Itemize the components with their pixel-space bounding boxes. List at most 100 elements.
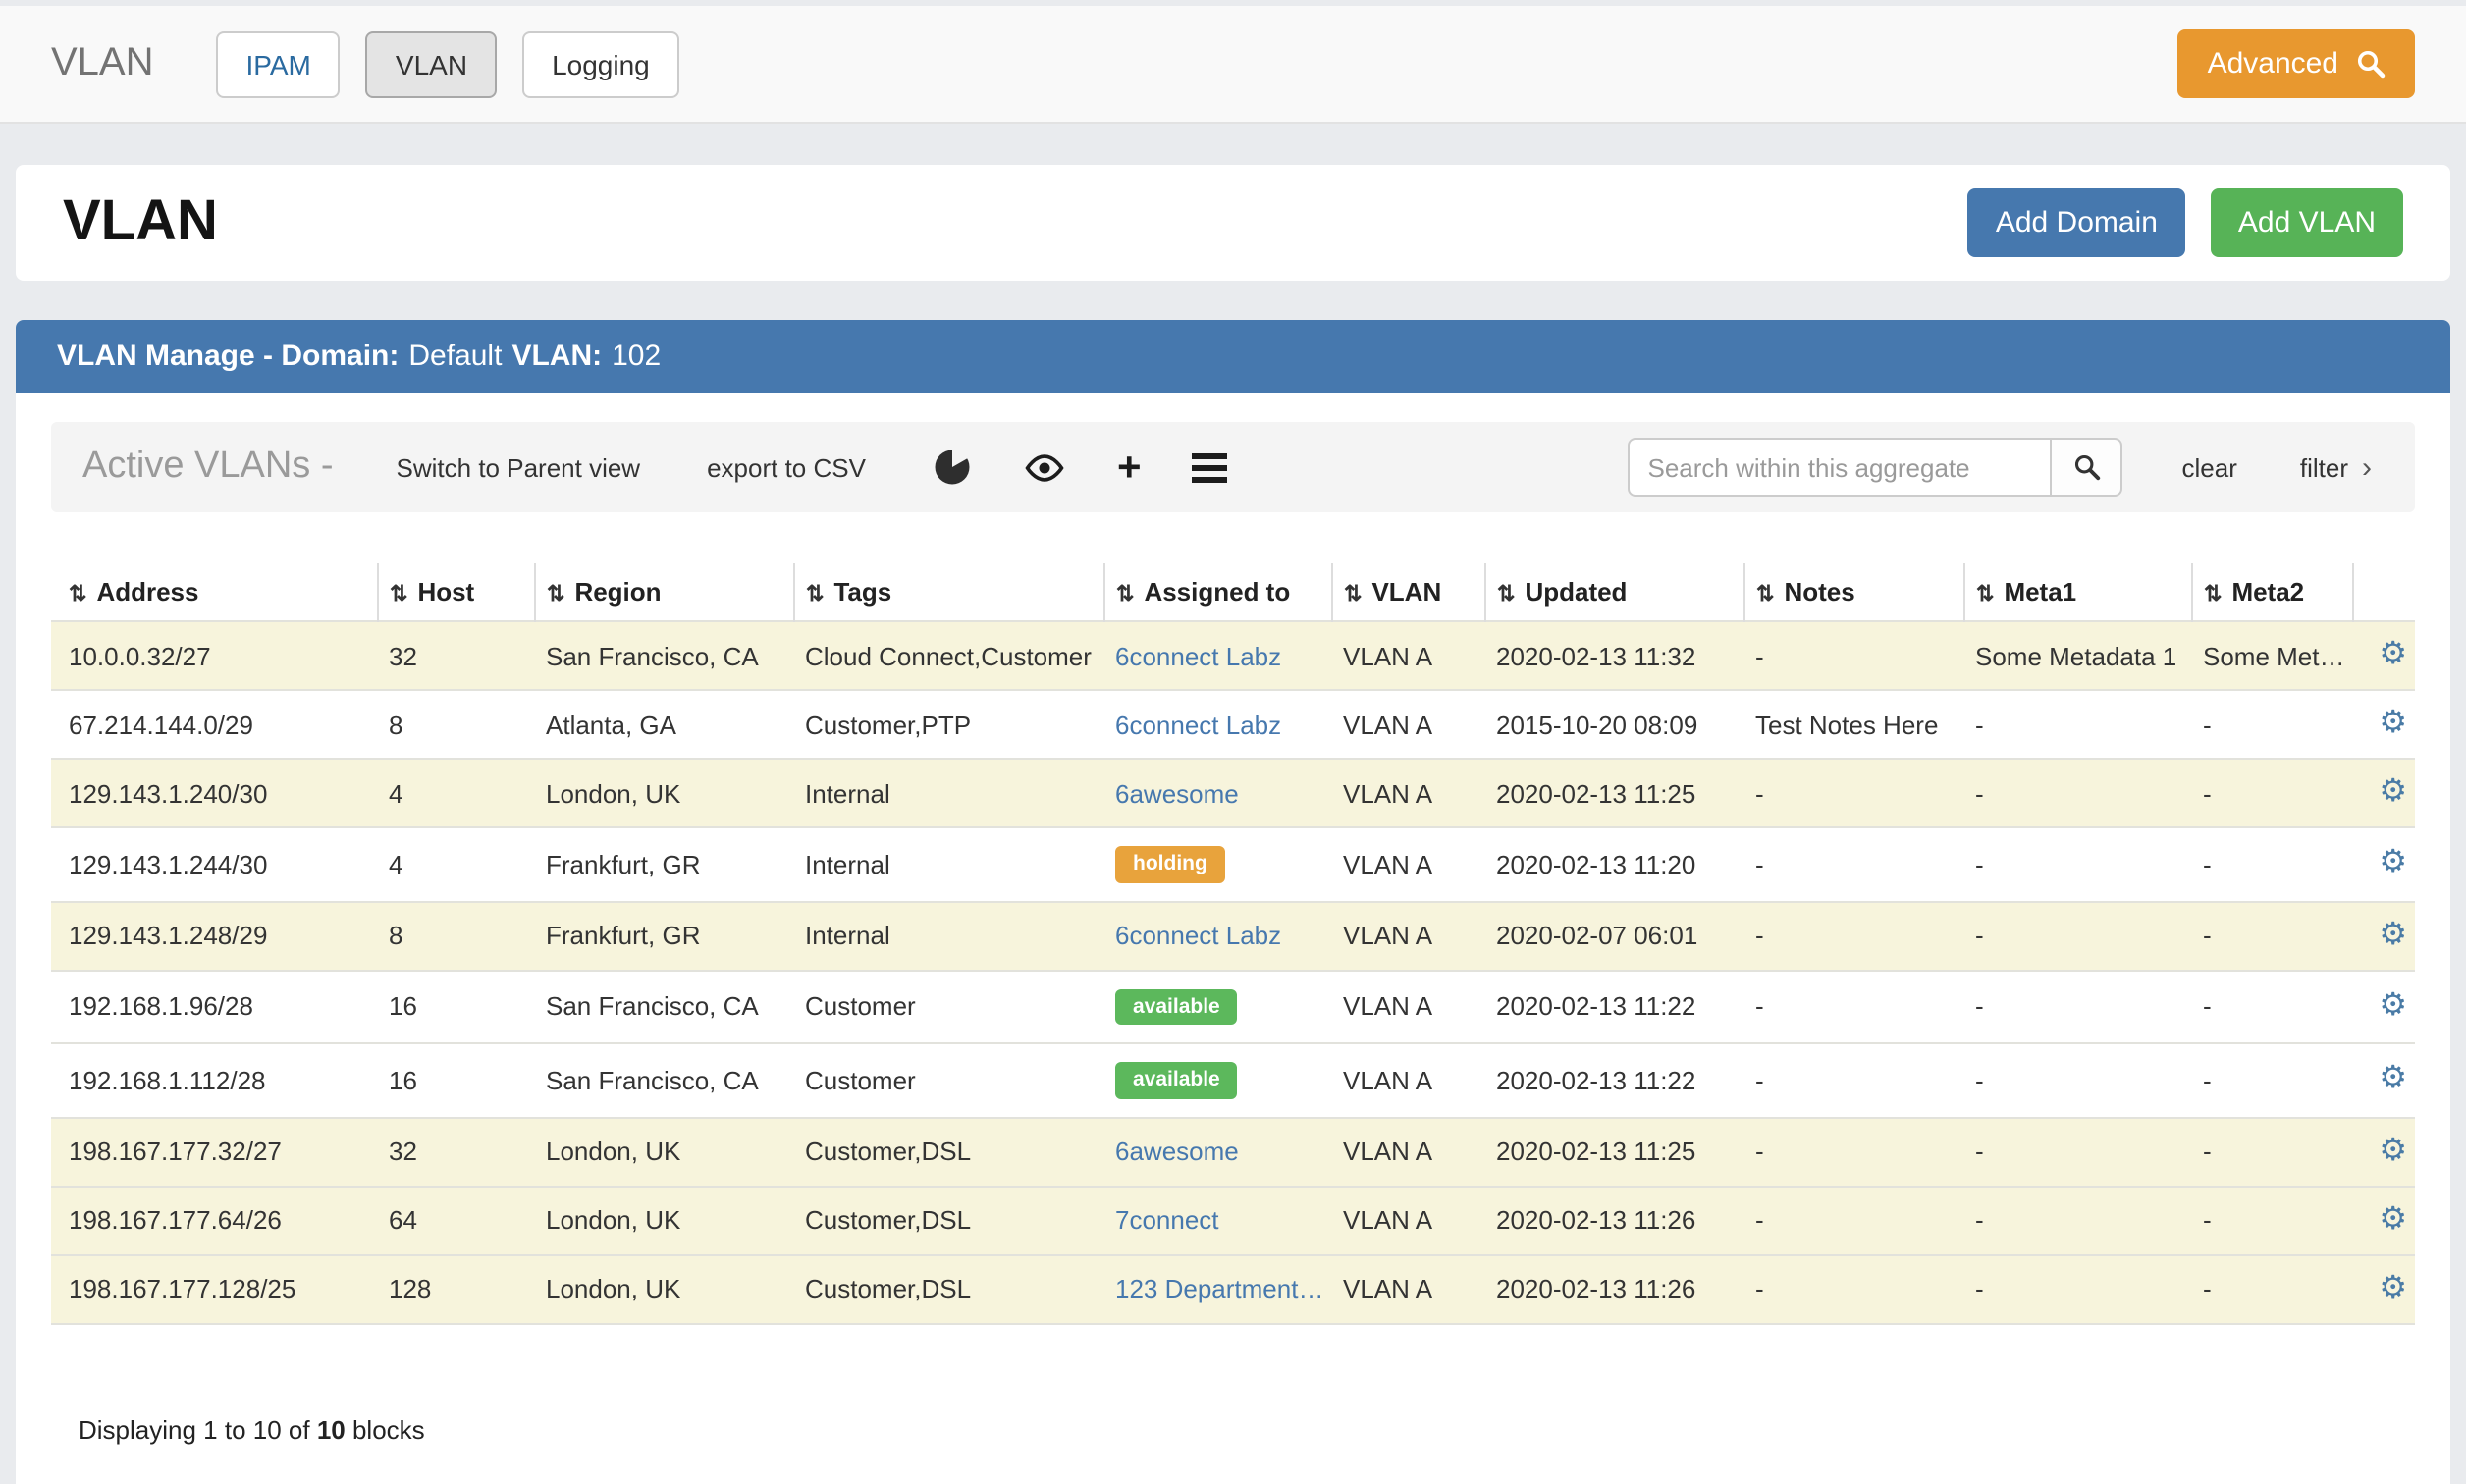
column-header-notes[interactable]: ⇅Notes: [1743, 563, 1963, 621]
row-settings-gear-icon[interactable]: ⚙: [2379, 1272, 2407, 1305]
updated-cell: 2020-02-13 11:22: [1484, 970, 1743, 1043]
page-header-card: VLAN Add Domain Add VLAN: [16, 165, 2450, 281]
export-to-csv-link[interactable]: export to CSV: [707, 452, 866, 482]
meta1-cell: -: [1963, 827, 2191, 901]
column-header-assigned-to[interactable]: ⇅Assigned to: [1103, 563, 1331, 621]
row-settings-gear-icon[interactable]: ⚙: [2379, 775, 2407, 809]
filter-toggle[interactable]: filter ›: [2300, 450, 2372, 484]
region-cell: Atlanta, GA: [534, 690, 793, 759]
notes-cell: -: [1743, 759, 1963, 827]
row-settings-gear-icon[interactable]: ⚙: [2379, 989, 2407, 1023]
assigned-cell: holding: [1103, 827, 1331, 901]
table-header-row: ⇅Address⇅Host⇅Region⇅Tags⇅Assigned to⇅VL…: [51, 563, 2415, 621]
updated-cell: 2020-02-13 11:26: [1484, 1187, 1743, 1255]
list-menu-icon[interactable]: [1193, 449, 1228, 486]
updated-cell: 2020-02-13 11:20: [1484, 827, 1743, 901]
row-settings-gear-icon[interactable]: ⚙: [2379, 847, 2407, 880]
assigned-cell: 6awesome: [1103, 759, 1331, 827]
tags-cell: Customer: [793, 970, 1103, 1043]
region-cell: London, UK: [534, 759, 793, 827]
column-header-address[interactable]: ⇅Address: [51, 563, 377, 621]
updated-cell: 2020-02-13 11:32: [1484, 621, 1743, 690]
address-cell: 129.143.1.240/30: [51, 759, 377, 827]
notes-cell: -: [1743, 1255, 1963, 1324]
notes-cell: -: [1743, 1187, 1963, 1255]
assigned-resource-link[interactable]: 6awesome: [1115, 1138, 1239, 1167]
row-settings-gear-icon[interactable]: ⚙: [2379, 1203, 2407, 1237]
row-settings-gear-icon[interactable]: ⚙: [2379, 1063, 2407, 1096]
assigned-resource-link[interactable]: 6connect Labz: [1115, 710, 1281, 739]
add-plus-icon[interactable]: +: [1117, 447, 1142, 488]
column-header-meta1[interactable]: ⇅Meta1: [1963, 563, 2191, 621]
clear-search-link[interactable]: clear: [2182, 452, 2237, 482]
region-cell: London, UK: [534, 1187, 793, 1255]
tab-logging[interactable]: Logging: [522, 30, 679, 97]
add-vlan-button[interactable]: Add VLAN: [2211, 188, 2403, 257]
advanced-search-button[interactable]: Advanced: [2178, 29, 2415, 98]
actions-cell: ⚙: [2352, 827, 2415, 901]
vlan-cell: VLAN A: [1331, 1255, 1484, 1324]
host-cell: 8: [377, 690, 534, 759]
host-cell: 64: [377, 1187, 534, 1255]
notes-cell: -: [1743, 1118, 1963, 1187]
tab-vlan[interactable]: VLAN: [366, 30, 497, 97]
column-header-region[interactable]: ⇅Region: [534, 563, 793, 621]
tab-ipam[interactable]: IPAM: [217, 30, 341, 97]
assigned-resource-link[interactable]: 6connect Labz: [1115, 641, 1281, 670]
assigned-resource-link[interactable]: 6awesome: [1115, 778, 1239, 808]
assigned-resource-link[interactable]: 6connect Labz: [1115, 921, 1281, 950]
assigned-cell: 6awesome: [1103, 1118, 1331, 1187]
column-label: Updated: [1525, 577, 1627, 607]
search-input[interactable]: [1629, 438, 2053, 497]
switch-to-parent-view-link[interactable]: Switch to Parent view: [397, 452, 641, 482]
host-cell: 16: [377, 970, 534, 1043]
column-header-updated[interactable]: ⇅Updated: [1484, 563, 1743, 621]
tags-cell: Customer,DSL: [793, 1187, 1103, 1255]
meta1-cell: Some Metadata 1: [1963, 621, 2191, 690]
column-header-tags[interactable]: ⇅Tags: [793, 563, 1103, 621]
notes-cell: -: [1743, 621, 1963, 690]
region-cell: London, UK: [534, 1255, 793, 1324]
address-cell: 198.167.177.128/25: [51, 1255, 377, 1324]
column-header-vlan[interactable]: ⇅VLAN: [1331, 563, 1484, 621]
region-cell: London, UK: [534, 1118, 793, 1187]
meta1-cell: -: [1963, 970, 2191, 1043]
meta1-cell: -: [1963, 1043, 2191, 1117]
column-header-meta2[interactable]: ⇅Meta2: [2191, 563, 2352, 621]
meta2-cell: -: [2191, 1043, 2352, 1117]
table-toolbar: Active VLANs - Switch to Parent view exp…: [51, 422, 2415, 512]
host-cell: 8: [377, 901, 534, 970]
tags-cell: Internal: [793, 901, 1103, 970]
table-row: 198.167.177.128/25128London, UKCustomer,…: [51, 1255, 2415, 1324]
filter-label: filter: [2300, 452, 2348, 482]
row-settings-gear-icon[interactable]: ⚙: [2379, 918, 2407, 951]
table-row: 10.0.0.32/2732San Francisco, CACloud Con…: [51, 621, 2415, 690]
column-header-host[interactable]: ⇅Host: [377, 563, 534, 621]
search-submit-button[interactable]: [2053, 438, 2123, 497]
panel-header-vlan-label: VLAN:: [511, 340, 602, 373]
meta2-cell: -: [2191, 690, 2352, 759]
panel-body: Active VLANs - Switch to Parent view exp…: [16, 393, 2450, 1484]
row-settings-gear-icon[interactable]: ⚙: [2379, 707, 2407, 740]
assigned-cell: 6connect Labz: [1103, 621, 1331, 690]
actions-cell: ⚙: [2352, 1255, 2415, 1324]
add-domain-button[interactable]: Add Domain: [1968, 188, 2185, 257]
sort-icon: ⇅: [1756, 583, 1774, 607]
assigned-resource-link[interactable]: 123 Department…: [1115, 1275, 1323, 1304]
row-settings-gear-icon[interactable]: ⚙: [2379, 1135, 2407, 1168]
notes-cell: -: [1743, 1043, 1963, 1117]
table-row: 129.143.1.248/298Frankfurt, GRInternal6c…: [51, 901, 2415, 970]
address-cell: 129.143.1.248/29: [51, 901, 377, 970]
assigned-resource-link[interactable]: 7connect: [1115, 1206, 1219, 1236]
row-settings-gear-icon[interactable]: ⚙: [2379, 638, 2407, 671]
address-cell: 192.168.1.96/28: [51, 970, 377, 1043]
vlan-app: VLAN IPAM VLAN Logging Advanced VLAN Add…: [0, 6, 2466, 1468]
pie-chart-icon[interactable]: [933, 448, 972, 487]
actions-cell: ⚙: [2352, 621, 2415, 690]
updated-cell: 2020-02-13 11:22: [1484, 1043, 1743, 1117]
updated-cell: 2020-02-07 06:01: [1484, 901, 1743, 970]
tags-cell: Internal: [793, 759, 1103, 827]
eye-icon[interactable]: [1023, 452, 1066, 482]
panel-header-domain-label: VLAN Manage - Domain:: [57, 340, 399, 373]
meta2-cell: -: [2191, 1187, 2352, 1255]
